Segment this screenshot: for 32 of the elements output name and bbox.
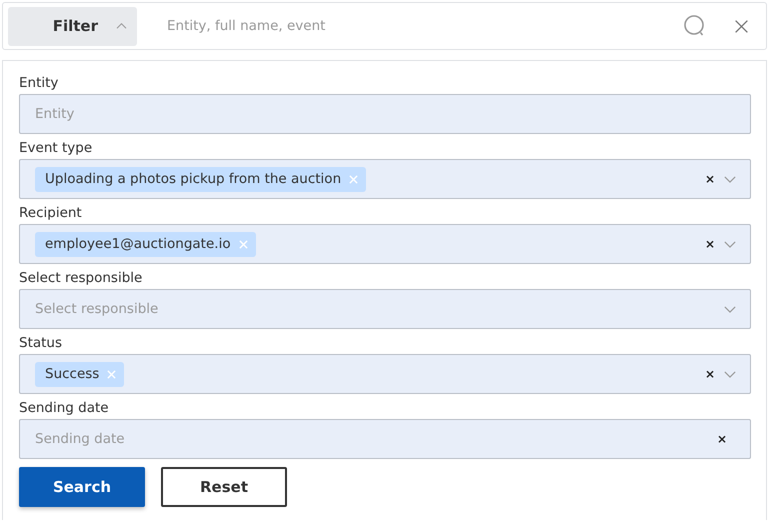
field-label: Recipient: [19, 205, 83, 222]
chevron-down-icon[interactable]: [724, 176, 736, 182]
field-label: Select responsible: [19, 270, 144, 287]
clear-button[interactable]: ×: [704, 367, 715, 381]
clear-button[interactable]: ×: [704, 237, 715, 251]
chevron-down-icon[interactable]: [724, 370, 736, 378]
chevron-down-icon[interactable]: [724, 306, 736, 312]
tag-chip[interactable]: employee1@auctiongate.io: [35, 232, 256, 256]
remove-icon[interactable]: [238, 240, 248, 248]
field-label: Status: [19, 335, 64, 352]
remove-icon[interactable]: [107, 370, 116, 378]
field-label: Sending date: [19, 400, 110, 417]
search-icon[interactable]: [683, 14, 707, 38]
tag-chip[interactable]: Uploading a photos pickup from the auction: [35, 166, 366, 192]
close-icon[interactable]: [734, 18, 749, 34]
date-field[interactable]: Sending date ×: [19, 419, 751, 459]
filter-button[interactable]: Filter: [8, 6, 137, 46]
field-label: Entity: [19, 75, 60, 92]
reset-button[interactable]: Reset: [161, 467, 287, 507]
search-button[interactable]: Search: [19, 467, 145, 507]
select-field[interactable]: Success ×: [19, 354, 751, 394]
select-field[interactable]: Uploading a photos pickup from the auction ×: [19, 159, 751, 199]
chevron-up-icon[interactable]: [116, 23, 127, 29]
clear-button[interactable]: ×: [716, 432, 727, 446]
clear-button[interactable]: ×: [704, 172, 715, 186]
tag-chip[interactable]: Success: [35, 362, 124, 386]
field-label: Event type: [19, 140, 94, 157]
chevron-down-icon[interactable]: [724, 240, 736, 248]
select-field[interactable]: employee1@auctiongate.io ×: [19, 224, 751, 264]
search-field[interactable]: Filter Entity, full name, event: [2, 2, 767, 50]
input-field[interactable]: Entity: [19, 94, 751, 134]
remove-icon[interactable]: [349, 174, 358, 184]
